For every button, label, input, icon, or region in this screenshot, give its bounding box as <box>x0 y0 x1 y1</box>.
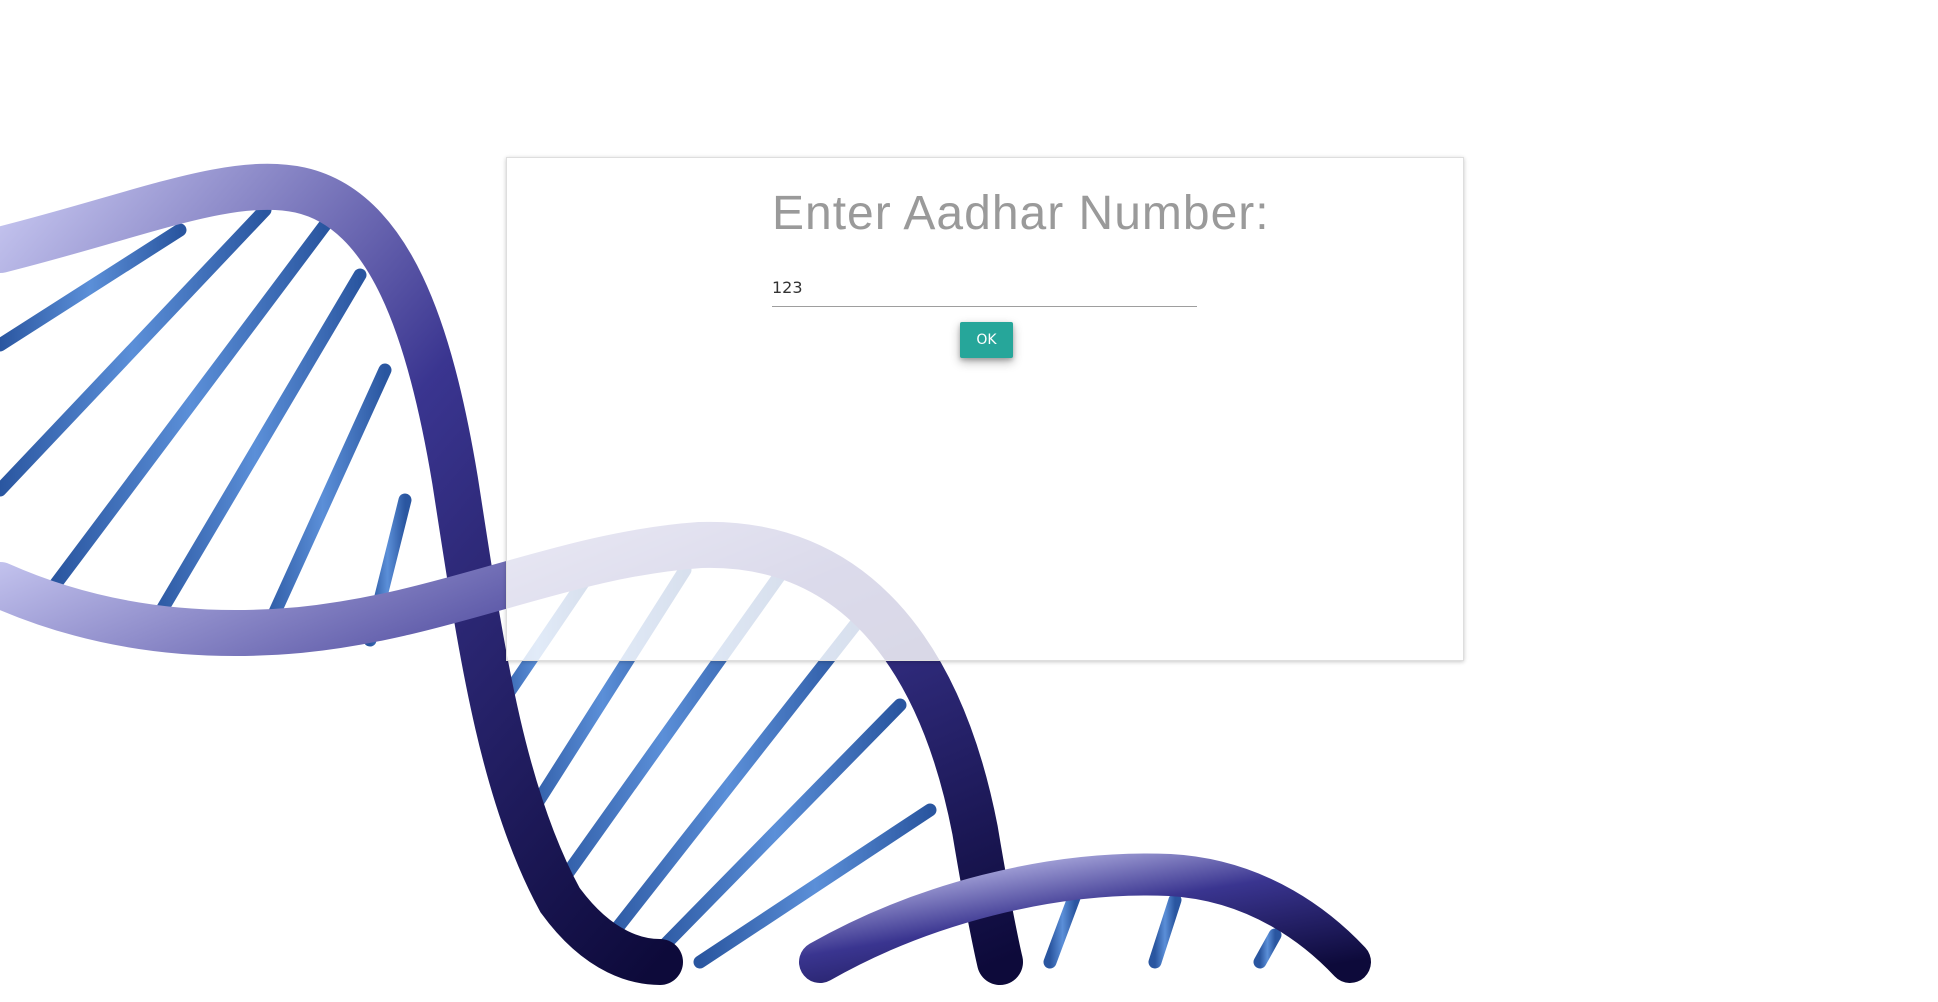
ok-button[interactable]: OK <box>960 322 1013 358</box>
aadhar-form-card: Enter Aadhar Number: OK <box>506 157 1464 661</box>
form-title: Enter Aadhar Number: <box>772 187 1270 240</box>
page: Enter Aadhar Number: OK <box>0 0 1938 1002</box>
aadhar-number-input[interactable] <box>772 268 1197 306</box>
aadhar-field <box>772 268 1197 307</box>
